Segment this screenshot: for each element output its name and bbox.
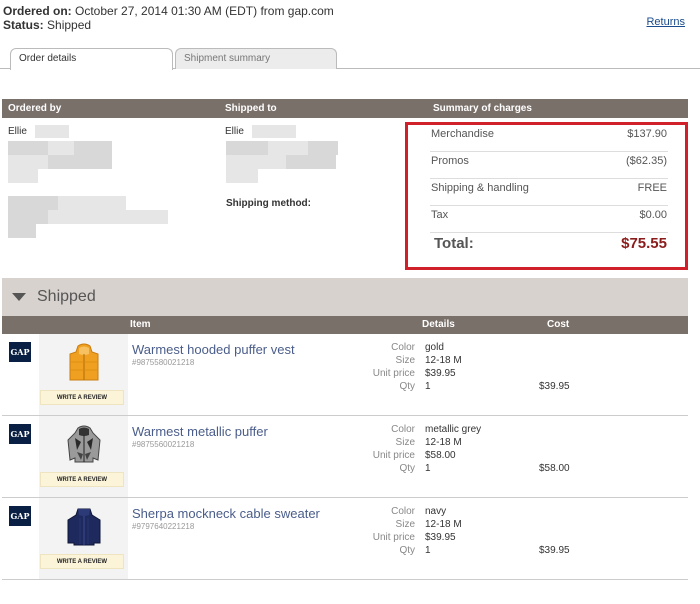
detail-size-value: 12-18 M: [425, 437, 462, 448]
gap-logo: GAP: [9, 424, 31, 444]
product-image[interactable]: [65, 506, 103, 546]
table-row: GAP WRITE A REVIEW Warmest hooded puffer…: [2, 334, 688, 416]
status-value: Shipped: [47, 18, 92, 32]
detail-unit-price-value: $58.00: [425, 450, 456, 461]
detail-label-size: Size: [395, 519, 415, 530]
detail-size-value: 12-18 M: [425, 355, 462, 366]
charge-value: ($62.35): [626, 155, 667, 167]
charge-label: Shipping & handling: [431, 182, 529, 194]
column-item: Item: [130, 319, 151, 330]
detail-qty-value: 1: [425, 463, 431, 474]
detail-size-value: 12-18 M: [425, 519, 462, 530]
shipping-method-label: Shipping method:: [226, 198, 311, 209]
collapse-triangle-icon[interactable]: [12, 293, 26, 301]
item-cost: $39.95: [539, 381, 570, 392]
detail-color-value: metallic grey: [425, 424, 482, 435]
detail-qty-value: 1: [425, 381, 431, 392]
product-image[interactable]: [65, 424, 103, 464]
gap-logo: GAP: [9, 342, 31, 362]
product-name-link[interactable]: Warmest hooded puffer vest: [132, 342, 295, 357]
charge-value: FREE: [637, 182, 667, 194]
shipped-section-title: Shipped: [37, 288, 96, 305]
tab-shipment-summary[interactable]: Shipment summary: [175, 48, 337, 69]
detail-label-color: Color: [391, 342, 415, 353]
charge-row-merchandise: Merchandise $137.90: [430, 125, 668, 152]
detail-unit-price-value: $39.95: [425, 368, 456, 379]
detail-label-unit-price: Unit price: [372, 532, 415, 543]
detail-label-qty: Qty: [399, 463, 415, 474]
charge-label: Promos: [431, 155, 469, 167]
table-row: GAP WRITE A REVIEW Sherpa mockneck cable…: [2, 498, 688, 580]
write-review-button[interactable]: WRITE A REVIEW: [40, 472, 124, 487]
ordered-on-label: Ordered on:: [3, 4, 72, 18]
summary-header-bar: Ordered by Shipped to Summary of charges: [2, 99, 688, 118]
item-cost: $39.95: [539, 545, 570, 556]
shipped-section-header[interactable]: Shipped: [2, 278, 688, 316]
total-label: Total:: [434, 235, 474, 252]
charge-row-shipping: Shipping & handling FREE: [430, 179, 668, 206]
write-review-button[interactable]: WRITE A REVIEW: [40, 390, 124, 405]
gap-logo: GAP: [9, 506, 31, 526]
shipped-to-heading: Shipped to: [225, 103, 277, 114]
detail-unit-price-value: $39.95: [425, 532, 456, 543]
ordered-by-name: Ellie: [8, 126, 27, 137]
order-header: Ordered on: October 27, 2014 01:30 AM (E…: [3, 4, 334, 32]
detail-label-qty: Qty: [399, 545, 415, 556]
charge-label: Tax: [431, 209, 449, 221]
product-image[interactable]: [65, 342, 103, 382]
charges-summary-box: Merchandise $137.90 Promos ($62.35) Ship…: [405, 122, 688, 270]
product-sku: #9797640221218: [132, 522, 195, 531]
detail-label-size: Size: [395, 355, 415, 366]
detail-label-unit-price: Unit price: [372, 368, 415, 379]
tab-order-details[interactable]: Order details: [10, 48, 173, 70]
detail-color-value: navy: [425, 506, 447, 517]
charge-value: $137.90: [627, 128, 667, 140]
column-details: Details: [422, 319, 455, 330]
detail-qty-value: 1: [425, 545, 431, 556]
ordered-by-heading: Ordered by: [8, 103, 62, 114]
charge-row-tax: Tax $0.00: [430, 206, 668, 233]
detail-color-value: gold: [425, 342, 444, 353]
items-table-header: Item Details Cost: [2, 316, 688, 334]
total-value: $75.55: [621, 235, 667, 252]
product-name-link[interactable]: Sherpa mockneck cable sweater: [132, 506, 320, 521]
charge-value: $0.00: [639, 209, 667, 221]
write-review-button[interactable]: WRITE A REVIEW: [40, 554, 124, 569]
product-name-link[interactable]: Warmest metallic puffer: [132, 424, 268, 439]
status-label: Status:: [3, 18, 44, 32]
charge-label: Merchandise: [431, 128, 494, 140]
detail-label-unit-price: Unit price: [372, 450, 415, 461]
product-sku: #9875580021218: [132, 358, 195, 367]
item-cost: $58.00: [539, 463, 570, 474]
detail-label-size: Size: [395, 437, 415, 448]
ordered-on-value: October 27, 2014 01:30 AM (EDT) from gap…: [75, 4, 334, 18]
summary-of-charges-heading: Summary of charges: [433, 103, 532, 114]
detail-label-qty: Qty: [399, 381, 415, 392]
product-sku: #9875560021218: [132, 440, 195, 449]
shipped-to-name: Ellie: [225, 126, 244, 137]
table-row: GAP WRITE A REVIEW Warmest metallic puff…: [2, 416, 688, 498]
detail-label-color: Color: [391, 424, 415, 435]
returns-link[interactable]: Returns: [646, 16, 685, 28]
tab-bar: Order details Shipment summary: [0, 48, 700, 70]
column-cost: Cost: [547, 319, 570, 330]
charge-row-promos: Promos ($62.35): [430, 152, 668, 179]
detail-label-color: Color: [391, 506, 415, 517]
